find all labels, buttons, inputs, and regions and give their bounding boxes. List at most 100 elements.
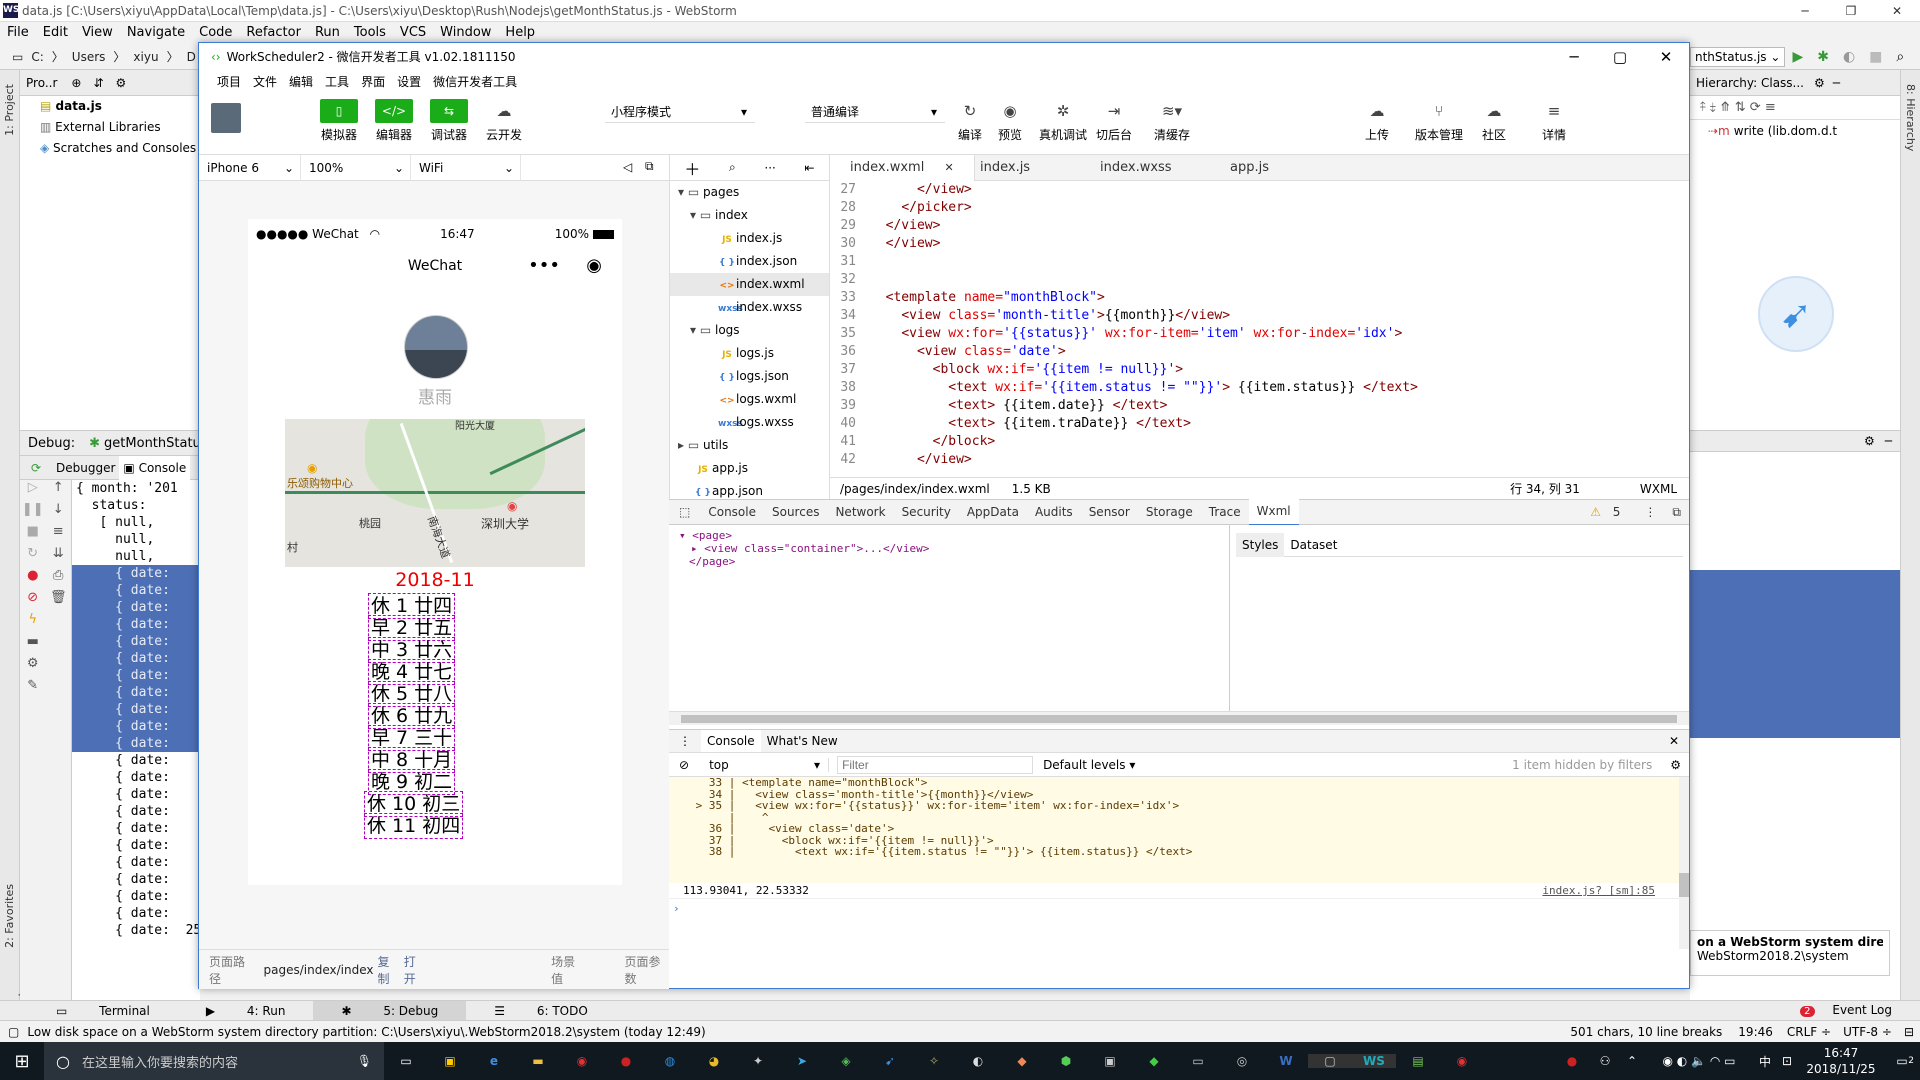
pause-icon[interactable]: ❚❚ bbox=[20, 502, 46, 524]
code-line[interactable]: 38 <text wx:if='{{item.status != ""}}'> … bbox=[830, 379, 1689, 397]
cloud-dev-button[interactable]: ☁ 云开发 bbox=[479, 99, 529, 143]
console-filter-input[interactable] bbox=[837, 755, 1034, 774]
panel-settings-icon[interactable]: ⚙ bbox=[1864, 434, 1875, 448]
warning-icon[interactable]: ⚠ 5 bbox=[1582, 499, 1636, 525]
drawer-menu-icon[interactable]: ⋮ bbox=[669, 734, 701, 748]
collapse-tree-icon[interactable]: ⇤ bbox=[805, 161, 815, 175]
folder-item[interactable]: ▾ ▭ pages bbox=[670, 181, 829, 204]
code-line[interactable]: 32 bbox=[830, 271, 1689, 289]
network-select[interactable]: WiFi ⌄ bbox=[411, 155, 521, 181]
print-icon[interactable]: ⎙ bbox=[46, 568, 72, 590]
menu-project[interactable]: 项目 bbox=[211, 71, 247, 93]
status-position[interactable]: 19:46 bbox=[1730, 1025, 1781, 1039]
menu-navigate[interactable]: Navigate bbox=[120, 22, 192, 44]
menu-file[interactable]: File bbox=[0, 22, 36, 44]
inspect-icon[interactable]: ⬚ bbox=[669, 499, 700, 525]
wechat-devtools-task-icon[interactable]: ➹ bbox=[868, 1054, 912, 1068]
code-line[interactable]: 41 </block> bbox=[830, 433, 1689, 451]
file-item[interactable]: JS logs.js bbox=[670, 342, 829, 365]
close-icon[interactable]: ✕ bbox=[1874, 4, 1920, 18]
menu-interface[interactable]: 界面 bbox=[355, 71, 391, 93]
code-line[interactable]: 35 <view wx:for='{{status}}' wx:for-item… bbox=[830, 325, 1689, 343]
breakpoint-icon[interactable]: ● bbox=[20, 568, 46, 590]
tab-index-wxss[interactable]: index.wxss bbox=[1080, 155, 1192, 181]
chrome-icon[interactable]: ◕ bbox=[692, 1054, 736, 1068]
layout-icon[interactable]: ▬ bbox=[20, 634, 46, 656]
dock-icon[interactable]: ⧉ bbox=[1664, 499, 1689, 525]
minimize-icon[interactable]: ─ bbox=[1782, 4, 1828, 18]
app-icon-tray-red[interactable]: ● bbox=[1554, 1054, 1590, 1068]
devtab-wxml[interactable]: Wxml bbox=[1248, 498, 1299, 526]
devtab-storage[interactable]: Storage bbox=[1138, 499, 1201, 525]
tool-tab-hierarchy[interactable]: 8: Hierarchy bbox=[1904, 80, 1917, 155]
menu-tools[interactable]: 工具 bbox=[319, 71, 355, 93]
debug-icon[interactable]: ✱ bbox=[1810, 49, 1836, 65]
tab-close-icon[interactable]: ✕ bbox=[944, 161, 953, 174]
app-icon-green[interactable]: ◈ bbox=[824, 1054, 868, 1068]
status-encoding[interactable]: UTF-8 ÷ bbox=[1837, 1025, 1898, 1039]
mute-breakpoints-icon[interactable]: ⊘ bbox=[20, 590, 46, 612]
preview-button[interactable]: ◉ 预览 bbox=[985, 99, 1035, 143]
app-icon-globe[interactable]: ◎ bbox=[1220, 1054, 1264, 1068]
people-icon[interactable]: ⚇ bbox=[1590, 1054, 1620, 1068]
user-avatar[interactable] bbox=[211, 103, 241, 133]
copy-link[interactable]: 复制 bbox=[378, 953, 400, 987]
scroll-up-icon[interactable]: ↑ bbox=[46, 480, 72, 502]
windows-start-icon[interactable]: ⊞ bbox=[0, 1051, 44, 1072]
app-icon-game[interactable]: ✧ bbox=[912, 1054, 956, 1068]
wxml-node-page[interactable]: ▾ <page> bbox=[679, 529, 1219, 542]
code-line[interactable]: 37 <block wx:if='{{item != null}}'> bbox=[830, 361, 1689, 379]
menu-help[interactable]: Help bbox=[498, 22, 542, 44]
file-item[interactable]: <>index.wxml bbox=[670, 273, 829, 296]
cmd-task-icon[interactable]: ▭ bbox=[1176, 1054, 1220, 1068]
wxml-node-view[interactable]: ▸ <view class="container">...</view> bbox=[679, 542, 1219, 555]
flash-icon[interactable]: ϟ bbox=[20, 612, 46, 634]
pin-icon[interactable]: ✎ bbox=[20, 678, 46, 700]
capsule-close-icon[interactable]: ◉ bbox=[586, 249, 602, 283]
run-icon[interactable]: ▶ bbox=[1785, 49, 1810, 65]
calendar-day[interactable]: 休 11 初四 bbox=[364, 813, 464, 839]
console-scrollbar[interactable] bbox=[1679, 777, 1689, 949]
ime-indicator[interactable]: 中 bbox=[1754, 1053, 1776, 1070]
settings-icon[interactable]: ⚙ bbox=[116, 76, 127, 90]
tab-console[interactable]: ▣ Console bbox=[119, 455, 191, 480]
devtab-audits[interactable]: Audits bbox=[1027, 499, 1081, 525]
breadcrumb-xiyu[interactable]: xiyu bbox=[129, 50, 162, 64]
zoom-select[interactable]: 100% ⌄ bbox=[301, 155, 411, 181]
volume-icon[interactable]: ◁ bbox=[623, 160, 632, 174]
devtools-menu-icon[interactable]: ⋮ bbox=[1636, 499, 1664, 525]
word-icon[interactable]: W bbox=[1264, 1054, 1308, 1068]
store-icon[interactable]: ▣ bbox=[428, 1054, 472, 1068]
clear-cache-button[interactable]: ≋▾ 清缓存 bbox=[1147, 99, 1197, 143]
clear-icon[interactable]: 🗑 bbox=[46, 590, 72, 612]
device-select[interactable]: iPhone 6 ⌄ bbox=[199, 155, 301, 181]
tab-index-js[interactable]: index.js bbox=[960, 155, 1050, 181]
wrap-icon[interactable]: ≡ bbox=[46, 524, 72, 546]
coverage-icon[interactable]: ◐ bbox=[1836, 49, 1862, 65]
notepad-icon[interactable]: ▤ bbox=[1396, 1054, 1440, 1068]
tab-debugger[interactable]: Debugger bbox=[52, 461, 119, 475]
project-view-select[interactable]: Pro..r bbox=[26, 76, 57, 90]
collapse-icon[interactable]: ⇵ bbox=[93, 76, 103, 90]
add-file-icon[interactable]: ＋ bbox=[684, 156, 700, 180]
folder-item[interactable]: ▸ ▭ utils bbox=[670, 434, 829, 457]
tool-tab-todo[interactable]: ☰ 6: TODO bbox=[466, 1001, 616, 1021]
status-message[interactable]: Low disk space on a WebStorm system dire… bbox=[27, 1025, 705, 1039]
devtab-security[interactable]: Security bbox=[894, 499, 959, 525]
file-item[interactable]: { }index.json bbox=[670, 250, 829, 273]
drawer-close-icon[interactable]: ✕ bbox=[1659, 734, 1689, 748]
file-item[interactable]: JS index.js bbox=[670, 227, 829, 250]
app-icon-red[interactable]: ● bbox=[604, 1054, 648, 1068]
resume-icon[interactable]: ▷ bbox=[20, 480, 46, 502]
rerun-icon[interactable]: ↻ bbox=[20, 546, 46, 568]
devtab-trace[interactable]: Trace bbox=[1201, 499, 1249, 525]
code-line[interactable]: 30 </view> bbox=[830, 235, 1689, 253]
folder-item[interactable]: ▾ ▭ index bbox=[670, 204, 829, 227]
profile-avatar[interactable] bbox=[404, 315, 468, 379]
page-params-button[interactable]: 页面参数 bbox=[624, 953, 669, 987]
tray-expand-icon[interactable]: ⌃ bbox=[1620, 1054, 1644, 1068]
project-item-datajs[interactable]: ▤ data.js bbox=[20, 96, 200, 117]
devtab-sources[interactable]: Sources bbox=[764, 499, 827, 525]
tab-app-js[interactable]: app.js bbox=[1210, 155, 1289, 181]
hierarchy-settings-icon[interactable]: ⚙ bbox=[1814, 76, 1825, 90]
